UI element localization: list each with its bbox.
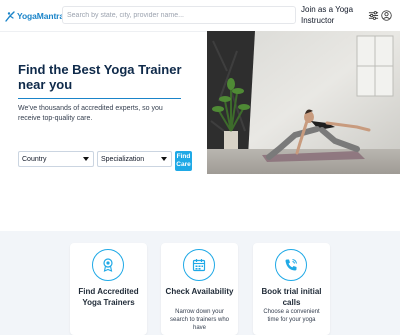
feature-description: Narrow down your search to trainers who … [169, 309, 230, 331]
feature-title: Book trial initial calls [261, 287, 322, 307]
user-circle-icon[interactable] [381, 10, 392, 21]
yoga-woman-stretching-photo [207, 31, 400, 174]
feature-description: Choose a convenient time for your yoga [263, 309, 320, 323]
top-header: YogaMantra Join as a Yoga Instructor [0, 0, 400, 32]
logo-text: YogaMantra [17, 11, 65, 21]
phone-icon [275, 249, 307, 281]
find-care-button[interactable]: Find Care [175, 151, 192, 171]
hero-divider [18, 98, 181, 99]
search-input[interactable] [62, 6, 296, 24]
feature-title: Find Accredited Yoga Trainers [78, 287, 139, 307]
hero-title: Find the Best Yoga Trainer near you [18, 62, 182, 92]
logo[interactable]: YogaMantra [4, 9, 64, 23]
yoga-pose-logo-icon [5, 11, 15, 22]
hero-subtitle: We've thousands of accredited experts, s… [18, 105, 163, 122]
feature-card-accredited[interactable]: Find Accredited Yoga Trainers [70, 243, 147, 335]
sliders-icon[interactable] [368, 10, 379, 21]
feature-card-trial-calls[interactable]: Book trial initial calls Choose a conven… [253, 243, 330, 335]
specialization-select[interactable]: Specialization [97, 151, 172, 167]
join-as-instructor-link[interactable]: Join as a Yoga Instructor [301, 4, 363, 26]
feature-title: Check Availability [165, 287, 234, 296]
chevron-down-icon [83, 157, 89, 161]
chevron-down-icon [161, 157, 167, 161]
specialization-select-value: Specialization [101, 155, 145, 163]
feature-card-availability[interactable]: Check Availability Narrow down your sear… [161, 243, 238, 335]
country-select[interactable]: Country [18, 151, 94, 167]
country-select-value: Country [22, 155, 47, 163]
badge-icon [92, 249, 124, 281]
calendar-icon [183, 249, 215, 281]
